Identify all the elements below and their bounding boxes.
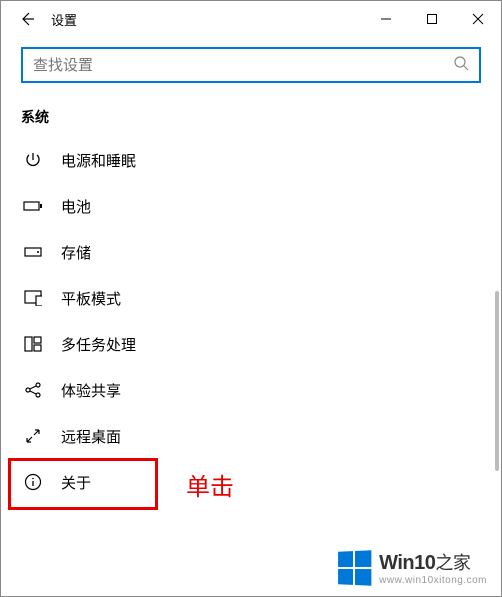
- tablet-icon: [23, 288, 43, 308]
- search-box[interactable]: [21, 47, 481, 83]
- titlebar: 设置: [1, 1, 501, 37]
- nav-item-label: 电源和睡眠: [61, 150, 136, 171]
- nav-item-label: 电池: [61, 196, 91, 217]
- nav-item-label: 远程桌面: [61, 426, 121, 447]
- back-button[interactable]: [9, 1, 45, 37]
- share-icon: [23, 380, 43, 400]
- nav-item-label: 关于: [61, 472, 91, 493]
- minimize-button[interactable]: [363, 1, 409, 37]
- back-arrow-icon: [19, 11, 35, 27]
- nav-item-label: 多任务处理: [61, 334, 136, 355]
- nav-item-multitask[interactable]: 多任务处理: [1, 321, 501, 367]
- nav-item-label: 存储: [61, 242, 91, 263]
- nav-item-tablet[interactable]: 平板模式: [1, 275, 501, 321]
- storage-icon: [23, 242, 43, 262]
- remote-icon: [23, 426, 43, 446]
- search-icon: [453, 55, 469, 76]
- section-heading: 系统: [1, 89, 501, 137]
- power-icon: [23, 150, 43, 170]
- maximize-button[interactable]: [409, 1, 455, 37]
- search-container: [1, 37, 501, 89]
- multitask-icon: [23, 334, 43, 354]
- nav-list: 电源和睡眠 电池 存储 平板模式 多任务处理 体验共享 远程桌面: [1, 137, 501, 505]
- nav-item-remote[interactable]: 远程桌面: [1, 413, 501, 459]
- nav-item-power[interactable]: 电源和睡眠: [1, 137, 501, 183]
- search-input[interactable]: [33, 57, 453, 74]
- nav-item-battery[interactable]: 电池: [1, 183, 501, 229]
- info-icon: [23, 472, 43, 492]
- annotation-text: 单击: [186, 467, 234, 502]
- minimize-icon: [380, 13, 392, 25]
- scrollbar[interactable]: [495, 291, 499, 471]
- nav-item-about[interactable]: 关于: [1, 459, 501, 505]
- battery-icon: [23, 196, 43, 216]
- close-icon: [472, 13, 484, 25]
- brand-name: Win10之家: [379, 549, 470, 575]
- branding-logo: Win10之家 www.win10xitong.com: [337, 549, 487, 586]
- nav-item-share[interactable]: 体验共享: [1, 367, 501, 413]
- windows-logo-icon: [338, 550, 371, 586]
- nav-item-label: 平板模式: [61, 288, 121, 309]
- nav-item-storage[interactable]: 存储: [1, 229, 501, 275]
- nav-item-label: 体验共享: [61, 380, 121, 401]
- window-controls: [363, 1, 501, 37]
- maximize-icon: [426, 13, 438, 25]
- brand-url: www.win10xitong.com: [379, 575, 487, 586]
- window-title: 设置: [51, 10, 77, 29]
- close-button[interactable]: [455, 1, 501, 37]
